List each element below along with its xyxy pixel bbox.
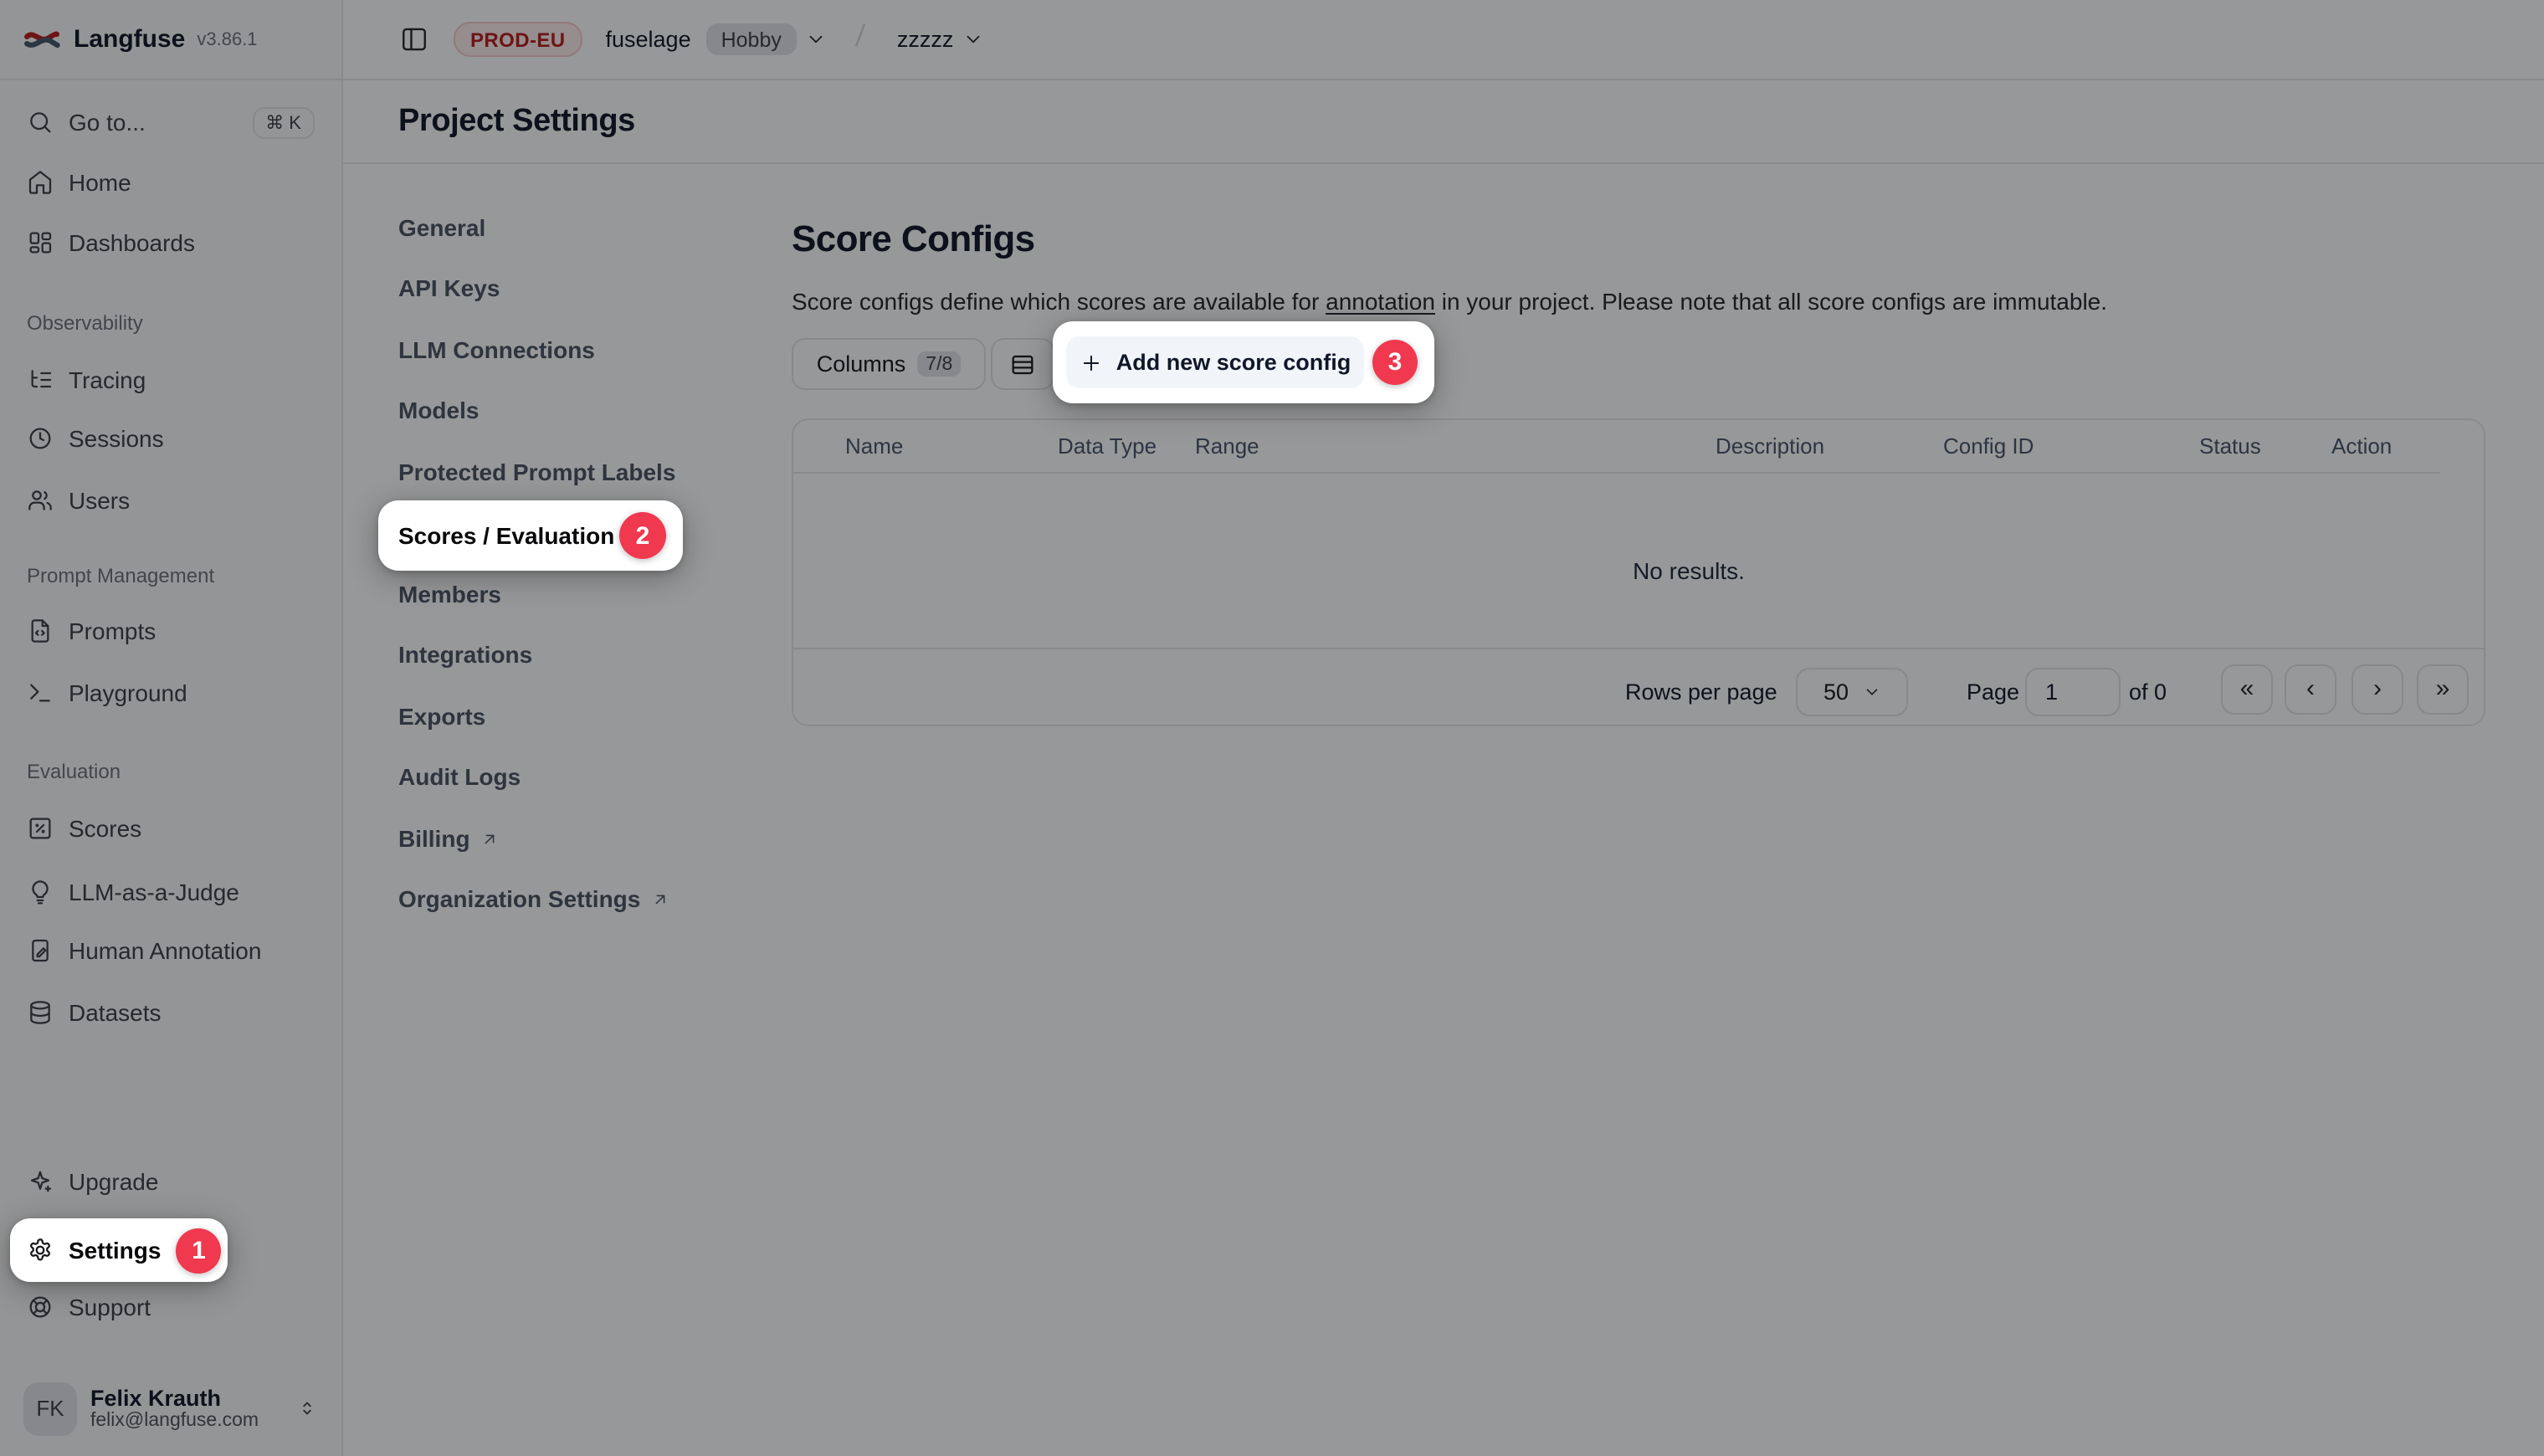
plus-icon xyxy=(1080,351,1103,374)
add-score-config-button[interactable]: Add new score config xyxy=(1066,336,1364,388)
tour-step-3-badge: 3 xyxy=(1372,340,1418,385)
add-score-config-highlight-card: Add new score config 3 xyxy=(1053,321,1434,403)
gear-icon xyxy=(27,1237,54,1264)
tab-scores-evaluation-highlighted[interactable]: Scores / Evaluation 2 xyxy=(378,500,683,571)
tour-step-1-badge: 1 xyxy=(176,1228,221,1273)
tour-step-2-badge: 2 xyxy=(619,512,666,559)
tour-dim-overlay xyxy=(0,0,2544,1456)
sidebar-item-settings-highlighted[interactable]: Settings 1 xyxy=(10,1218,228,1282)
langfuse-app: Langfuse v3.86.1 Go to... ⌘ K Home Dashb… xyxy=(0,0,2544,1456)
